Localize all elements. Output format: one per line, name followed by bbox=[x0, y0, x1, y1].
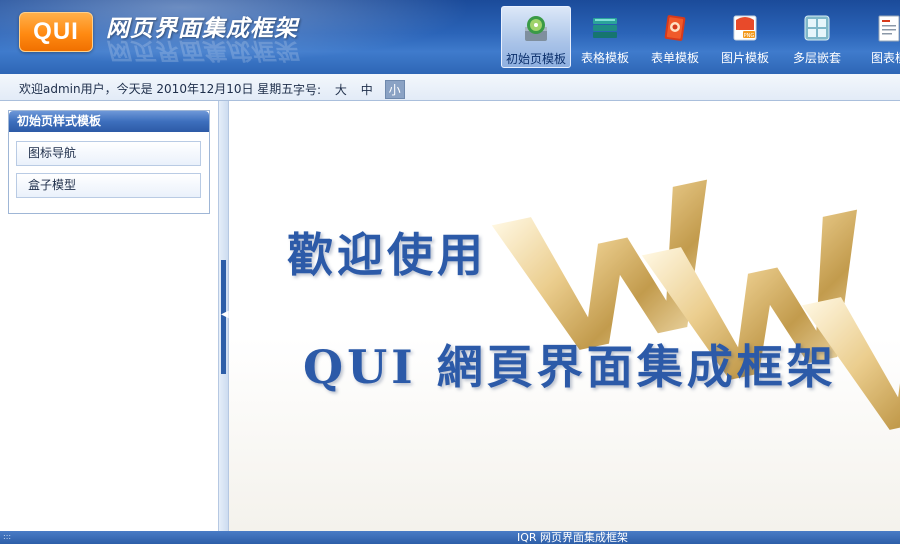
chart-document-icon bbox=[878, 15, 900, 42]
info-bar: 欢迎admin用户，今天是 2010年12月10日 星期五 字号: 大 中 小 bbox=[0, 74, 900, 101]
font-size-label: 字号: bbox=[293, 83, 322, 97]
sidebar-item-box-model[interactable]: 盒子模型 bbox=[16, 173, 201, 198]
framework-heading: QUI 網頁界面集成框架 bbox=[303, 340, 837, 394]
png-image-icon: PNG bbox=[733, 15, 757, 41]
nav-item-form-template[interactable]: 表单模板 bbox=[640, 6, 710, 68]
collapse-handle[interactable]: ◀ bbox=[221, 260, 229, 374]
nav-label: 初始页模板 bbox=[505, 52, 566, 66]
footer-bar: ::: IQR 网页界面集成框架 bbox=[0, 531, 900, 544]
panel-splitter[interactable]: ◀ bbox=[218, 101, 229, 531]
left-sidebar: 初始页样式模板 图标导航 盒子模型 bbox=[0, 101, 218, 531]
font-size-small[interactable]: 小 bbox=[384, 80, 405, 99]
disc-icon bbox=[525, 16, 547, 41]
nav-label: 表格模板 bbox=[580, 51, 629, 65]
nav-label: 表单模板 bbox=[650, 51, 699, 65]
nav-label: 图片模板 bbox=[720, 51, 769, 65]
nav-item-chart-template[interactable]: 图表模 bbox=[854, 6, 900, 68]
app-title-reflection: 网页界面集成框架 bbox=[106, 37, 298, 63]
font-size-large[interactable]: 大 bbox=[335, 81, 347, 98]
nav-item-nested-layers[interactable]: 多层嵌套 bbox=[782, 6, 852, 68]
footer-text: IQR 网页界面集成框架 bbox=[516, 531, 629, 544]
grid-layers-icon bbox=[804, 15, 830, 41]
qui-logo: QUI bbox=[19, 12, 93, 52]
form-icon bbox=[664, 15, 686, 41]
collapse-arrow-icon: ◀ bbox=[221, 309, 229, 320]
nav-label: 图表模 bbox=[870, 51, 900, 65]
header-bar: QUI 网页界面集成框架 网页界面集成框架 初始页模板 表格模板 表单模板 PN… bbox=[0, 0, 900, 74]
main-content: 歡迎使用 QUI 網頁界面集成框架 bbox=[229, 101, 900, 531]
font-size-switcher: 字号: 大 中 小 bbox=[293, 80, 405, 99]
template-panel: 初始页样式模板 图标导航 盒子模型 bbox=[8, 110, 210, 214]
nav-label: 多层嵌套 bbox=[792, 51, 841, 65]
nav-item-image-template[interactable]: PNG 图片模板 bbox=[710, 6, 780, 68]
table-stack-icon bbox=[593, 18, 617, 38]
nav-item-table-template[interactable]: 表格模板 bbox=[570, 6, 640, 68]
sidebar-item-icon-nav[interactable]: 图标导航 bbox=[16, 141, 201, 166]
nav-item-homepage-template[interactable]: 初始页模板 bbox=[501, 6, 571, 68]
font-size-medium[interactable]: 中 bbox=[361, 81, 373, 98]
welcome-message: 欢迎admin用户，今天是 2010年12月10日 星期五 bbox=[19, 82, 294, 96]
panel-title[interactable]: 初始页样式模板 bbox=[9, 111, 209, 132]
welcome-heading: 歡迎使用 bbox=[287, 228, 487, 282]
svg-text:PNG: PNG bbox=[744, 33, 755, 39]
